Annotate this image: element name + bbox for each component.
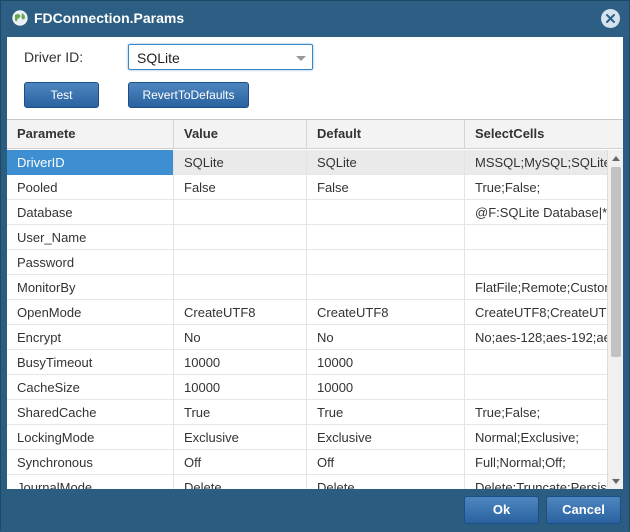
param-selectcells-cell[interactable]: CreateUTF8;CreateUTF16 — [465, 300, 607, 325]
param-default-cell[interactable]: Delete — [307, 475, 465, 489]
param-name-cell[interactable]: BusyTimeout — [7, 350, 174, 375]
param-value-cell[interactable] — [174, 250, 307, 275]
param-name-cell[interactable]: MonitorBy — [7, 275, 174, 300]
param-name-cell[interactable]: CacheSize — [7, 375, 174, 400]
param-name-cell[interactable]: User_Name — [7, 225, 174, 250]
column-header-value[interactable]: Value — [174, 120, 307, 149]
param-value-cell[interactable]: Exclusive — [174, 425, 307, 450]
param-value-cell[interactable]: False — [174, 175, 307, 200]
param-name-cell[interactable]: Synchronous — [7, 450, 174, 475]
driver-id-label: Driver ID: — [24, 49, 84, 65]
param-selectcells-cell[interactable]: @F:SQLite Database|* — [465, 200, 607, 225]
ok-button[interactable]: Ok — [464, 496, 539, 524]
param-selectcells-cell[interactable] — [465, 375, 607, 400]
param-value-cell[interactable]: True — [174, 400, 307, 425]
column-header-selectcells[interactable]: SelectCells — [465, 120, 623, 149]
table-row[interactable]: JournalMode Delete Delete Delete;Truncate;P… — [7, 475, 607, 489]
param-name-cell[interactable]: JournalMode — [7, 475, 174, 489]
table-row[interactable]: OpenMode CreateUTF8 CreateUTF8 CreateUTF8;C… — [7, 300, 607, 325]
param-value-cell[interactable]: SQLite — [174, 150, 307, 175]
param-value-cell[interactable] — [174, 225, 307, 250]
globe-icon — [12, 10, 28, 26]
param-value-cell[interactable]: 10000 — [174, 375, 307, 400]
param-default-cell[interactable]: CreateUTF8 — [307, 300, 465, 325]
param-value-cell[interactable] — [174, 200, 307, 225]
param-name-cell[interactable]: Database — [7, 200, 174, 225]
param-name-cell[interactable]: OpenMode — [7, 300, 174, 325]
param-name-cell[interactable]: Encrypt — [7, 325, 174, 350]
table-row[interactable]: LockingMode Exclusive Exclusive Normal;Excl… — [7, 425, 607, 450]
param-selectcells-cell[interactable]: True;False; — [465, 400, 607, 425]
param-name-cell[interactable]: Password — [7, 250, 174, 275]
param-selectcells-cell[interactable]: Full;Normal;Off; — [465, 450, 607, 475]
param-default-cell[interactable]: 10000 — [307, 350, 465, 375]
param-default-cell[interactable] — [307, 275, 465, 300]
driver-id-value: SQLite — [137, 50, 180, 66]
driver-panel: Driver ID: SQLite Test RevertToDefaults — [7, 37, 623, 119]
dialog-body: Driver ID: SQLite Test RevertToDefaults … — [7, 37, 623, 489]
table-row[interactable]: User_Name — [7, 225, 607, 250]
dialog-footer: Ok Cancel — [1, 489, 629, 532]
window-title: FDConnection.Params — [34, 10, 185, 26]
param-default-cell[interactable]: False — [307, 175, 465, 200]
param-value-cell[interactable]: 10000 — [174, 350, 307, 375]
param-default-cell[interactable]: Off — [307, 450, 465, 475]
vertical-scrollbar[interactable] — [607, 150, 623, 489]
grid-rows: DriverID SQLite SQLite MSSQL;MySQL;SQLite Po… — [7, 150, 607, 489]
dialog-window: FDConnection.Params Driver ID: SQLite Te… — [0, 0, 630, 532]
revert-to-defaults-button[interactable]: RevertToDefaults — [128, 82, 249, 108]
table-row[interactable]: MonitorBy FlatFile;Remote;Custom — [7, 275, 607, 300]
param-selectcells-cell[interactable]: MSSQL;MySQL;SQLite — [465, 150, 607, 175]
scroll-down-arrow-icon[interactable] — [612, 479, 620, 484]
table-row[interactable]: CacheSize 10000 10000 — [7, 375, 607, 400]
param-selectcells-cell[interactable]: No;aes-128;aes-192;aes — [465, 325, 607, 350]
param-name-cell[interactable]: Pooled — [7, 175, 174, 200]
table-row[interactable]: BusyTimeout 10000 10000 — [7, 350, 607, 375]
table-row[interactable]: Pooled False False True;False; — [7, 175, 607, 200]
driver-id-select[interactable]: SQLite — [128, 44, 313, 70]
param-value-cell[interactable]: No — [174, 325, 307, 350]
close-button[interactable] — [601, 9, 620, 28]
chevron-down-icon[interactable] — [296, 56, 306, 61]
table-row[interactable]: SharedCache True True True;False; — [7, 400, 607, 425]
table-row[interactable]: Synchronous Off Off Full;Normal;Off; — [7, 450, 607, 475]
table-row[interactable]: Encrypt No No No;aes-128;aes-192;aes — [7, 325, 607, 350]
param-default-cell[interactable] — [307, 225, 465, 250]
param-default-cell[interactable]: SQLite — [307, 150, 465, 175]
param-default-cell[interactable] — [307, 250, 465, 275]
scroll-thumb[interactable] — [611, 167, 621, 357]
param-selectcells-cell[interactable]: FlatFile;Remote;Custom — [465, 275, 607, 300]
param-default-cell[interactable]: 10000 — [307, 375, 465, 400]
param-value-cell[interactable]: Off — [174, 450, 307, 475]
table-row[interactable]: Password — [7, 250, 607, 275]
test-button[interactable]: Test — [24, 82, 99, 108]
params-grid: Paramete Value Default SelectCells Drive… — [7, 119, 623, 489]
param-value-cell[interactable]: CreateUTF8 — [174, 300, 307, 325]
column-header-default[interactable]: Default — [307, 120, 465, 149]
param-name-cell[interactable]: DriverID — [7, 150, 174, 175]
param-default-cell[interactable]: No — [307, 325, 465, 350]
column-header-parameter[interactable]: Paramete — [7, 120, 174, 149]
param-default-cell[interactable]: True — [307, 400, 465, 425]
param-default-cell[interactable]: Exclusive — [307, 425, 465, 450]
param-name-cell[interactable]: LockingMode — [7, 425, 174, 450]
param-value-cell[interactable] — [174, 275, 307, 300]
param-selectcells-cell[interactable] — [465, 225, 607, 250]
param-selectcells-cell[interactable] — [465, 350, 607, 375]
param-selectcells-cell[interactable]: Normal;Exclusive; — [465, 425, 607, 450]
scroll-up-arrow-icon[interactable] — [612, 156, 620, 161]
table-row[interactable]: Database @F:SQLite Database|* — [7, 200, 607, 225]
param-selectcells-cell[interactable]: Delete;Truncate;Persist — [465, 475, 607, 489]
param-value-cell[interactable]: Delete — [174, 475, 307, 489]
param-name-cell[interactable]: SharedCache — [7, 400, 174, 425]
param-selectcells-cell[interactable] — [465, 250, 607, 275]
title-bar[interactable]: FDConnection.Params — [1, 1, 629, 37]
param-default-cell[interactable] — [307, 200, 465, 225]
close-icon — [606, 14, 615, 23]
cancel-button[interactable]: Cancel — [546, 496, 621, 524]
table-row[interactable]: DriverID SQLite SQLite MSSQL;MySQL;SQLite — [7, 150, 607, 175]
param-selectcells-cell[interactable]: True;False; — [465, 175, 607, 200]
grid-header: Paramete Value Default SelectCells — [7, 120, 623, 149]
